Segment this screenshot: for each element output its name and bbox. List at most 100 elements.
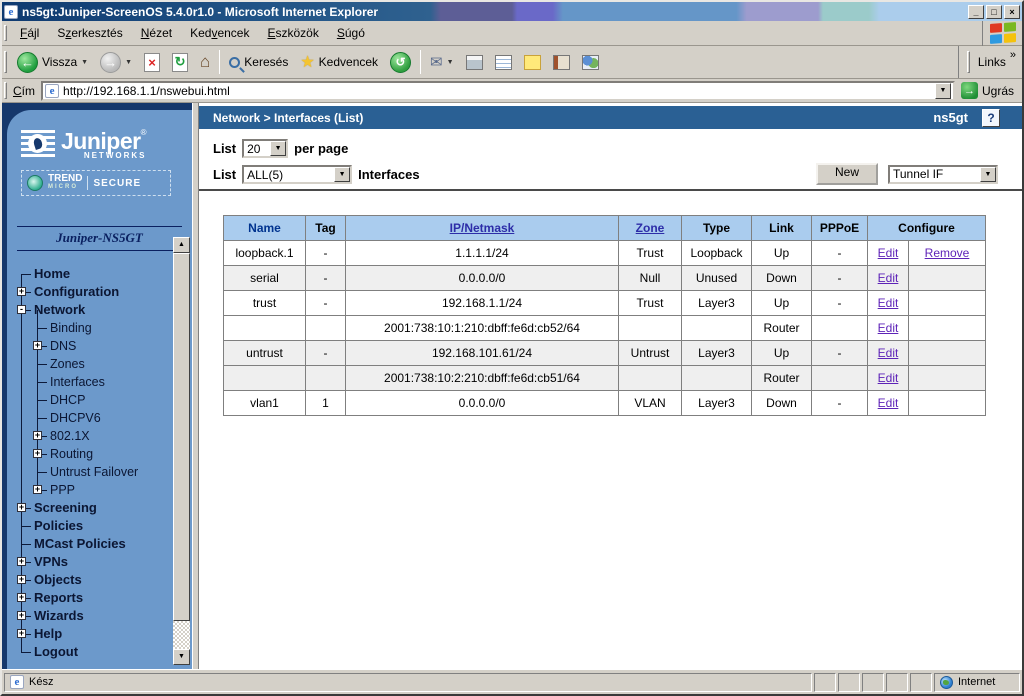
sidebar-item-label: Reports [34, 589, 167, 607]
home-button[interactable]: ⌂ [194, 49, 216, 75]
browser-window: e ns5gt:Juniper-ScreenOS 5.4.0r1.0 - Mic… [0, 0, 1024, 696]
scroll-up-button[interactable]: ▲ [173, 237, 190, 253]
menu-grip[interactable] [4, 25, 7, 42]
scroll-down-button[interactable]: ▼ [173, 649, 190, 665]
expand-icon[interactable]: + [17, 629, 26, 638]
stop-button[interactable]: × [138, 50, 166, 75]
notes-button[interactable] [518, 52, 547, 73]
sidebar-item-dhcpv6[interactable]: DHCPV6 [17, 409, 167, 427]
research-button[interactable] [547, 52, 576, 73]
frame-divider[interactable] [192, 103, 199, 669]
sidebar-item-routing[interactable]: +Routing [17, 445, 167, 463]
expand-icon[interactable]: + [17, 575, 26, 584]
links-chevron-icon[interactable]: » [1010, 49, 1016, 61]
toolbar-grip[interactable] [4, 51, 7, 73]
mail-dropdown-icon[interactable]: ▼ [447, 59, 454, 66]
type-cell: Loopback [682, 241, 752, 266]
print-button[interactable] [460, 52, 489, 73]
forward-dropdown-icon[interactable]: ▼ [125, 59, 132, 66]
address-grip[interactable] [4, 82, 7, 98]
expand-icon[interactable]: + [17, 503, 26, 512]
expand-icon[interactable]: + [17, 557, 26, 566]
expand-icon[interactable]: + [17, 611, 26, 620]
sidebar-item-zones[interactable]: Zones [17, 355, 167, 373]
menu-item[interactable]: Eszközök [258, 23, 327, 43]
edit-link[interactable]: Edit [878, 396, 899, 410]
back-button[interactable]: ← Vissza ▼ [11, 49, 94, 76]
remove-link[interactable]: Remove [925, 246, 970, 260]
history-button[interactable]: ↺ [384, 49, 417, 76]
sidebar-item-interfaces[interactable]: Interfaces [17, 373, 167, 391]
sidebar-item-mcast-policies[interactable]: MCast Policies [17, 535, 167, 553]
sidebar-item-ppp[interactable]: +PPP [17, 481, 167, 499]
expand-icon[interactable]: + [33, 341, 42, 350]
expand-icon[interactable]: + [17, 287, 26, 296]
per-page-select[interactable]: 20 ▼ [242, 139, 288, 158]
expand-icon[interactable]: + [33, 431, 42, 440]
address-input[interactable]: e http://192.168.1.1/nswebui.html ▼ [41, 81, 955, 101]
trend-micro-icon [27, 175, 43, 191]
sidebar-item-network[interactable]: -Network [17, 301, 167, 319]
menu-item[interactable]: Fájl [11, 23, 48, 43]
sidebar-item-home[interactable]: Home [17, 265, 167, 283]
sidebar-item-binding[interactable]: Binding [17, 319, 167, 337]
expand-icon[interactable]: + [17, 593, 26, 602]
sidebar-item-untrust-failover[interactable]: Untrust Failover [17, 463, 167, 481]
mail-button[interactable]: ✉ ▼ [424, 50, 460, 74]
minimize-button[interactable]: _ [968, 5, 984, 19]
edit-page-icon [495, 55, 512, 70]
interface-filter-select[interactable]: ALL(5) ▼ [242, 165, 352, 184]
sidebar-item-reports[interactable]: + Reports [17, 589, 167, 607]
column-sort-link[interactable]: IP/Netmask [450, 221, 515, 235]
sidebar-item-configuration[interactable]: +Configuration [17, 283, 167, 301]
sidebar-scrollbar[interactable]: ▲ ▼ [173, 237, 190, 665]
menu-item[interactable]: Súgó [328, 23, 374, 43]
forward-button[interactable]: → ▼ [94, 49, 138, 76]
sidebar-item-policies[interactable]: Policies [17, 517, 167, 535]
address-url[interactable]: http://192.168.1.1/nswebui.html [63, 84, 931, 98]
sidebar-item-objects[interactable]: +Objects [17, 571, 167, 589]
filter-dropdown-icon[interactable]: ▼ [334, 167, 350, 182]
expand-icon[interactable]: + [33, 449, 42, 458]
sidebar-item-logout[interactable]: Logout [17, 643, 167, 661]
back-dropdown-icon[interactable]: ▼ [81, 59, 88, 66]
links-grip[interactable] [967, 51, 970, 73]
help-button[interactable]: ? [982, 109, 1000, 127]
column-sort-link[interactable]: Zone [636, 221, 665, 235]
collapse-icon[interactable]: - [17, 305, 26, 314]
edit-link[interactable]: Edit [878, 246, 899, 260]
refresh-button[interactable]: ↻ [166, 50, 194, 75]
sidebar-item-screening[interactable]: +Screening [17, 499, 167, 517]
maximize-button[interactable]: □ [986, 5, 1002, 19]
menu-item[interactable]: Kedvencek [181, 23, 258, 43]
menu-item[interactable]: Szerkesztés [48, 23, 131, 43]
edit-link[interactable]: Edit [878, 321, 899, 335]
sidebar-item-vpns[interactable]: +VPNs [17, 553, 167, 571]
menu-item[interactable]: Nézet [132, 23, 181, 43]
messenger-button[interactable] [576, 52, 605, 73]
sidebar-item-dhcp[interactable]: DHCP [17, 391, 167, 409]
expand-icon[interactable]: + [33, 485, 42, 494]
scroll-thumb[interactable] [173, 253, 190, 621]
sidebar-item-wizards[interactable]: +Wizards [17, 607, 167, 625]
close-button[interactable]: × [1004, 5, 1020, 19]
sidebar-item-802-1x[interactable]: +802.1X [17, 427, 167, 445]
favorites-button[interactable]: ★ Kedvencek [294, 49, 384, 75]
zone-cell: VLAN [619, 391, 682, 416]
address-dropdown-button[interactable]: ▼ [935, 83, 951, 99]
sidebar-item-dns[interactable]: +DNS [17, 337, 167, 355]
go-button[interactable]: → Ugrás [955, 80, 1020, 102]
new-button[interactable]: New [816, 163, 878, 185]
search-button[interactable]: Keresés [223, 52, 294, 72]
links-bar[interactable]: Links » [958, 46, 1022, 78]
per-page-dropdown-icon[interactable]: ▼ [270, 141, 286, 156]
edit-link[interactable]: Edit [878, 271, 899, 285]
type-dropdown-icon[interactable]: ▼ [980, 167, 996, 182]
edit-link[interactable]: Edit [878, 346, 899, 360]
sidebar-item-help[interactable]: +Help [17, 625, 167, 643]
column-header-pppoe: PPPoE [812, 216, 868, 241]
interface-type-select[interactable]: Tunnel IF ▼ [888, 165, 998, 184]
edit-page-button[interactable] [489, 52, 518, 73]
edit-link[interactable]: Edit [878, 296, 899, 310]
edit-link[interactable]: Edit [878, 371, 899, 385]
